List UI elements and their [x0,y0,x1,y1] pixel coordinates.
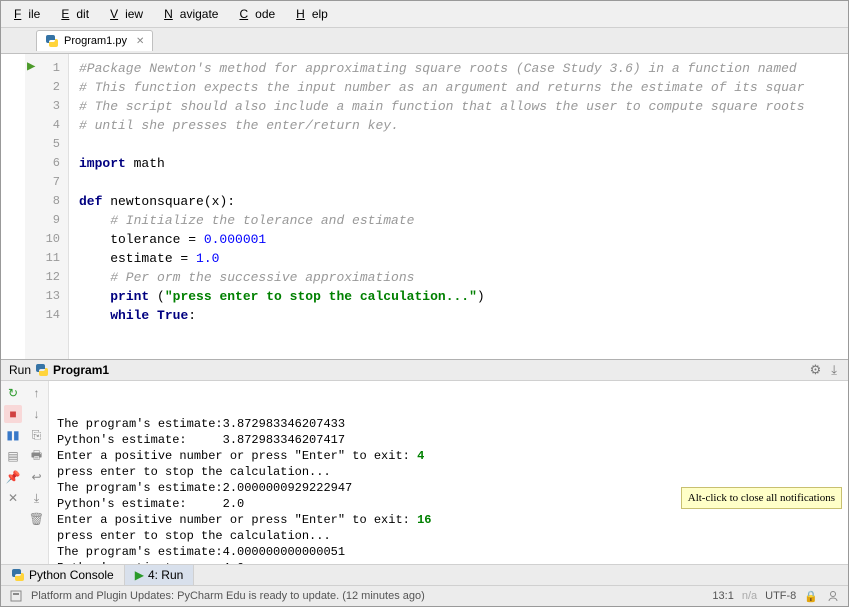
editor: ▶ 1234567891011121314 #Package Newton's … [1,54,848,359]
run-output[interactable]: The program's estimate:3.872983346207433… [49,381,848,564]
menu-help[interactable]: Help [289,4,342,24]
tab-program1[interactable]: Program1.py ✕ [36,30,153,51]
pin2-icon[interactable]: 📌 [4,468,22,486]
python-icon [11,568,25,582]
layout-icon[interactable]: ▤ [4,447,22,465]
status-bar: Platform and Plugin Updates: PyCharm Edu… [1,585,848,606]
rerun-icon[interactable]: ↻ [4,384,22,402]
run-title: Program1 [53,363,109,377]
run-label: Run [9,363,31,377]
python-icon [35,363,49,377]
down-icon[interactable]: ↓ [28,405,46,423]
run-toolbar-left2: ↑ ↓ ⎘ 🖶 ↩ ⤓ 🗑 [25,381,49,564]
status-message[interactable]: Platform and Plugin Updates: PyCharm Edu… [31,590,425,602]
wrap-icon[interactable]: ↩ [28,468,46,486]
run-gutter-icon[interactable]: ▶ [27,58,35,77]
notification-tooltip: Alt-click to close all notifications [681,487,842,509]
play-icon: ▶ [135,568,144,582]
menu-file[interactable]: File [7,4,54,24]
close2-icon[interactable]: ✕ [4,489,22,507]
bottom-tab-bar: Python Console ▶ 4: Run [1,564,848,585]
run-toolbar-left: ↻ ■ ▮▮ ▤ 📌 ✕ [1,381,25,564]
python-file-icon [45,34,59,48]
tab-label: Program1.py [64,35,127,47]
lock-icon[interactable]: 🔒 [804,590,818,603]
status-caret-pos[interactable]: 13:1 [712,590,733,602]
run-header: Run Program1 ⚙ ⤓ [1,360,848,381]
gutter: ▶ 1234567891011121314 [25,54,69,359]
status-encoding[interactable]: UTF-8 [765,590,796,602]
trash-icon[interactable]: 🗑 [28,510,46,528]
up-icon[interactable]: ↑ [28,384,46,402]
print-icon[interactable]: 🖶 [28,447,46,465]
hector-icon[interactable] [826,589,840,603]
editor-tabs: Program1.py ✕ [1,28,848,54]
tab-run[interactable]: ▶ 4: Run [125,565,195,585]
status-notif-icon[interactable] [9,589,23,603]
gear-icon[interactable]: ⚙ [807,362,825,378]
export-icon[interactable]: ⎘ [28,426,46,444]
pause-icon[interactable]: ▮▮ [4,426,22,444]
close-icon[interactable]: ✕ [136,36,144,47]
tab-python-console[interactable]: Python Console [1,565,125,585]
menu-view[interactable]: View [103,4,157,24]
code-area[interactable]: #Package Newton's method for approximati… [69,54,848,359]
status-na: n/a [742,590,757,602]
stop-icon[interactable]: ■ [4,405,22,423]
menu-navigate[interactable]: Navigate [157,4,232,24]
menubar: File Edit View Navigate Code Help [1,1,848,28]
menu-edit[interactable]: Edit [54,4,103,24]
scroll-icon[interactable]: ⤓ [28,489,46,507]
menu-code[interactable]: Code [232,4,289,24]
hide-icon[interactable]: ⤓ [828,362,840,378]
run-tool-window: Run Program1 ⚙ ⤓ ↻ ■ ▮▮ ▤ 📌 ✕ ↑ ↓ ⎘ 🖶 ↩ … [1,359,848,564]
